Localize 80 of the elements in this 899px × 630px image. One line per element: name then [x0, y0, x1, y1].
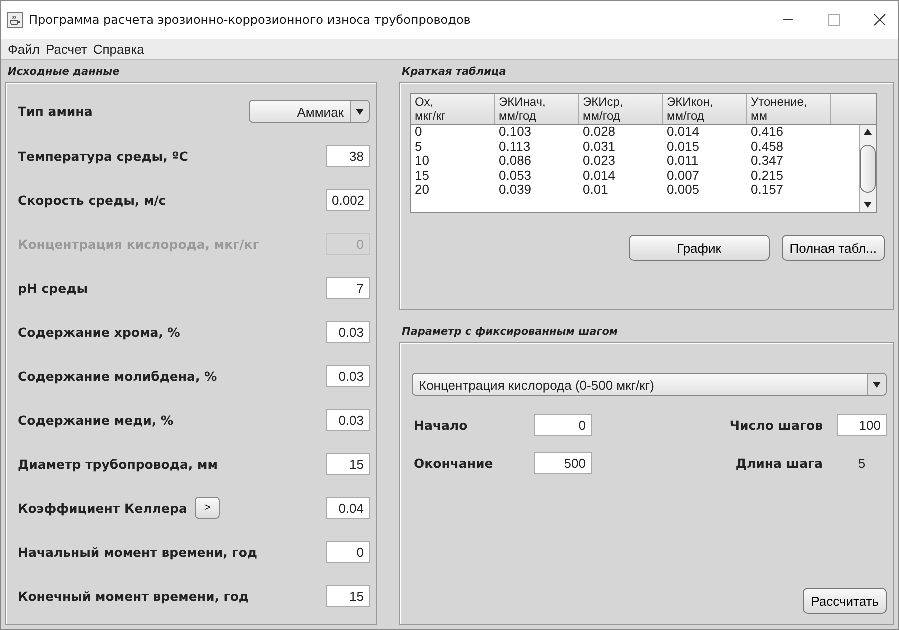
field-label: Содержание меди, %: [18, 412, 174, 428]
section-title: Параметр с фиксированным шагом: [401, 325, 620, 340]
dropdown-arrow-icon: [356, 108, 364, 114]
table-cell-text: 0.458: [750, 140, 785, 154]
input-field[interactable]: 100: [837, 414, 887, 436]
field-label: Длина шага: [734, 456, 824, 470]
table-cell-text: 5: [414, 140, 424, 154]
field-label: Начало: [414, 418, 469, 432]
field-label: Тип амина: [18, 104, 93, 119]
input-field[interactable]: 15: [326, 453, 370, 475]
menu-item[interactable]: Файл: [5, 42, 43, 56]
section-title: Исходные данные: [7, 65, 121, 80]
input-field[interactable]: 0.03: [326, 321, 370, 343]
table-cell-text: 0.014: [582, 168, 617, 183]
field-label: Начальный момент времени, год: [18, 544, 258, 560]
field-label: Конечный момент времени, год: [18, 588, 250, 604]
table-cell-text: 0.014: [666, 125, 701, 140]
scroll-up-icon[interactable]: [864, 129, 872, 135]
table-cell-text: 20: [414, 183, 430, 198]
table-cell-text: 0.011: [666, 154, 700, 168]
table-cell-text: 0: [414, 125, 424, 140]
table-cell-text: 0.416: [750, 125, 785, 140]
details-button[interactable]: >: [195, 497, 220, 519]
table-cell-text: 0.015: [666, 140, 701, 154]
column-header[interactable]: ЭКИср, мм/год: [579, 94, 663, 124]
scroll-down-icon[interactable]: [864, 202, 872, 208]
calculate-button[interactable]: Рассчитать: [803, 588, 887, 614]
table-cell-text: 10: [414, 154, 430, 168]
chart-button[interactable]: График: [628, 235, 770, 261]
column-header[interactable]: Ох, мкг/кг: [411, 94, 495, 124]
column-header[interactable]: ЭКИнач, мм/год: [495, 94, 579, 124]
input-field[interactable]: 38: [326, 145, 370, 167]
input-field[interactable]: 0.002: [326, 189, 370, 211]
field-label: Содержание молибдена, %: [18, 368, 218, 384]
dropdown-arrow-icon: [873, 382, 881, 388]
menu-item[interactable]: Справка: [90, 42, 148, 56]
input-field[interactable]: 0.04: [326, 497, 370, 519]
field-label: Окончание: [414, 456, 494, 470]
table-cell-text: 0.157: [750, 183, 785, 198]
field-label: Скорость среды, м/с: [18, 192, 166, 208]
column-header[interactable]: ЭКИкон, мм/год: [663, 94, 747, 124]
table-cell-text: 0.007: [666, 168, 701, 183]
section-title: Краткая таблица: [401, 65, 508, 80]
full-table-button[interactable]: Полная табл...: [782, 235, 885, 261]
scrollbar[interactable]: [859, 125, 876, 212]
amine-dropdown[interactable]: Аммиак: [249, 100, 370, 123]
field-label: Содержание хрома, %: [18, 324, 180, 340]
table-cell-text: 0.005: [666, 183, 701, 198]
field-label: Концентрация кислорода, мкг/кг: [18, 236, 260, 252]
parameter-dropdown[interactable]: Концентрация кислорода (0-500 мкг/кг): [412, 373, 887, 396]
table-cell-text: 0.023: [582, 154, 617, 168]
window-title: Программа расчета эрозионно-коррозионного износа трубопроводов: [29, 13, 471, 27]
input-field[interactable]: 0: [534, 414, 592, 436]
input-field[interactable]: 0.03: [326, 365, 370, 387]
table-cell-text: 0.053: [498, 168, 533, 183]
table-cell-text: 0.113: [498, 140, 532, 154]
table-cell-text: 0.347: [750, 154, 785, 168]
table-cell-text: 0.103: [498, 125, 533, 140]
table-cell-text: 0.215: [750, 168, 785, 183]
input-field[interactable]: 0: [326, 541, 370, 563]
input-field[interactable]: 7: [326, 277, 370, 299]
input-field[interactable]: 0.03: [326, 409, 370, 431]
field-label: Коэффициент Келлера: [18, 500, 188, 516]
input-field[interactable]: 15: [326, 585, 370, 607]
table-cell-text: 0.039: [498, 183, 533, 198]
table-cell-text: 0.01: [582, 183, 610, 198]
input-field[interactable]: 500: [534, 452, 592, 474]
table-cell-text: 0.086: [498, 154, 533, 168]
table-cell-text: 0.031: [582, 140, 617, 154]
field-label: Диаметр трубопровода, мм: [18, 456, 218, 472]
coffee-cup-icon: [7, 12, 23, 28]
field-label: Температура среды, ºС: [18, 148, 188, 164]
step-length-value: 5: [857, 456, 867, 470]
table-cell-text: 0.028: [582, 125, 617, 140]
table-cell-text: 15: [414, 168, 430, 183]
menu-item[interactable]: Расчет: [42, 42, 90, 56]
close-icon[interactable]: [874, 14, 886, 26]
field-label: Число шагов: [728, 418, 824, 432]
field-label: pH среды: [18, 280, 88, 296]
column-header[interactable]: Утонение, мм: [747, 94, 831, 124]
